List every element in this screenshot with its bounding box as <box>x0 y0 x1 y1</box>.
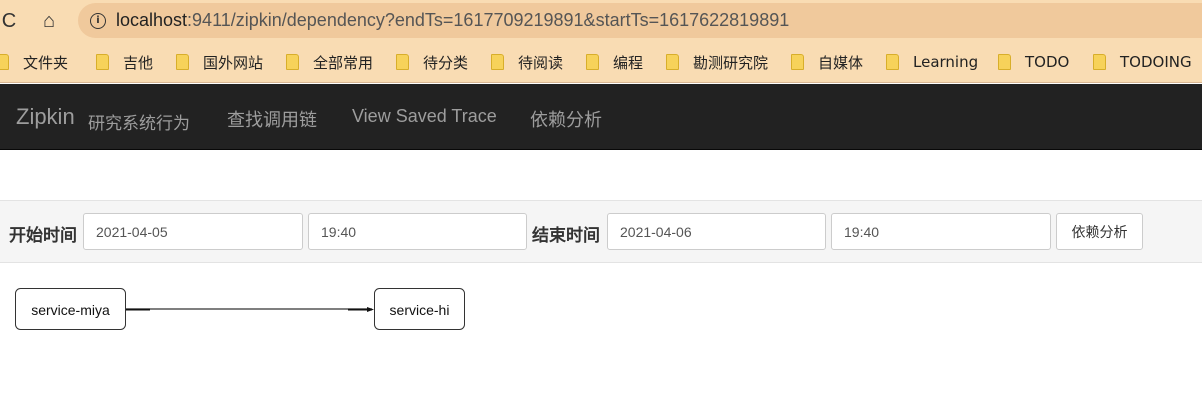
bookmark-folder[interactable]: 吉他 <box>96 52 153 73</box>
bookmark-folder[interactable]: 勘测研究院 <box>666 52 768 73</box>
start-time-input[interactable]: 19:40 <box>308 213 527 250</box>
bookmark-folder[interactable]: 文件夹 <box>0 52 68 73</box>
url-text[interactable]: localhost:9411/zipkin/dependency?endTs=1… <box>116 10 789 31</box>
brand-tagline: 研究系统行为 <box>88 114 190 134</box>
bookmark-label: 待分类 <box>423 53 469 72</box>
bookmark-label: 待阅读 <box>518 53 564 72</box>
address-bar[interactable]: i localhost:9411/zipkin/dependency?endTs… <box>78 3 1202 38</box>
bookmark-folder[interactable]: TODOING <box>1093 53 1192 71</box>
reload-icon[interactable]: C <box>0 8 22 34</box>
home-icon[interactable]: ⌂ <box>36 8 62 34</box>
bookmark-folder[interactable]: 编程 <box>586 52 643 73</box>
bookmark-label: TODO <box>1025 53 1070 71</box>
analyze-dependencies-button[interactable]: 依赖分析 <box>1056 213 1143 250</box>
folder-icon <box>886 54 899 70</box>
bookmark-label: 文件夹 <box>23 53 69 72</box>
dependency-graph-svg: service-miya service-hi <box>15 288 465 330</box>
edge-arrow-head <box>367 307 374 312</box>
bookmark-label: 全部常用 <box>313 53 374 72</box>
start-date-input[interactable]: 2021-04-05 <box>83 213 303 250</box>
nav-find-trace[interactable]: 查找调用链 <box>227 106 317 132</box>
bookmark-folder[interactable]: Learning <box>886 53 978 71</box>
browser-toolbar: C ⌂ i localhost:9411/zipkin/dependency?e… <box>0 0 1202 42</box>
folder-icon <box>96 54 109 70</box>
dependency-graph: service-miya service-hi <box>0 270 1202 404</box>
graph-node[interactable]: service-hi <box>374 288 465 330</box>
bookmark-label: TODOING <box>1120 53 1192 71</box>
app-navbar: Zipkin 研究系统行为 查找调用链 View Saved Trace 依赖分… <box>0 84 1202 150</box>
folder-icon <box>666 54 679 70</box>
end-time-input[interactable]: 19:40 <box>831 213 1051 250</box>
brand-logo[interactable]: Zipkin <box>16 104 75 130</box>
bookmarks-bar: 文件夹 吉他 国外网站 全部常用 待分类 待阅读 编程 勘测研究院 自媒体 Le… <box>0 42 1202 83</box>
node-label: service-miya <box>31 302 110 318</box>
folder-icon <box>286 54 299 70</box>
bookmark-folder[interactable]: 全部常用 <box>286 52 373 73</box>
folder-icon <box>791 54 804 70</box>
bookmark-folder[interactable]: 自媒体 <box>791 52 863 73</box>
graph-node[interactable]: service-miya <box>15 288 126 330</box>
bookmark-label: Learning <box>913 53 979 71</box>
nav-dependencies[interactable]: 依赖分析 <box>530 106 602 132</box>
bookmark-folder[interactable]: 国外网站 <box>176 52 263 73</box>
node-label: service-hi <box>390 302 450 318</box>
folder-icon <box>0 54 9 70</box>
bookmark-label: 自媒体 <box>818 53 864 72</box>
bookmark-label: 勘测研究院 <box>693 53 769 72</box>
start-time-label: 开始时间 <box>9 226 77 246</box>
bookmark-label: 吉他 <box>123 53 154 72</box>
folder-icon <box>396 54 409 70</box>
folder-icon <box>998 54 1011 70</box>
folder-icon <box>1093 54 1106 70</box>
folder-icon <box>586 54 599 70</box>
dependency-form: 开始时间 2021-04-05 19:40 结束时间 2021-04-06 19… <box>0 200 1202 263</box>
end-time-label: 结束时间 <box>532 226 600 246</box>
bookmark-label: 国外网站 <box>203 53 264 72</box>
info-icon[interactable]: i <box>90 12 106 29</box>
url-path: :9411/zipkin/dependency?endTs=1617709219… <box>187 10 790 30</box>
folder-icon <box>176 54 189 70</box>
bookmark-folder[interactable]: TODO <box>998 53 1069 71</box>
bookmark-label: 编程 <box>613 53 644 72</box>
url-host: localhost <box>116 10 188 30</box>
end-date-input[interactable]: 2021-04-06 <box>607 213 826 250</box>
folder-icon <box>491 54 504 70</box>
bookmark-folder[interactable]: 待阅读 <box>491 52 563 73</box>
bookmark-folder[interactable]: 待分类 <box>396 52 468 73</box>
nav-view-saved-trace[interactable]: View Saved Trace <box>352 106 497 127</box>
